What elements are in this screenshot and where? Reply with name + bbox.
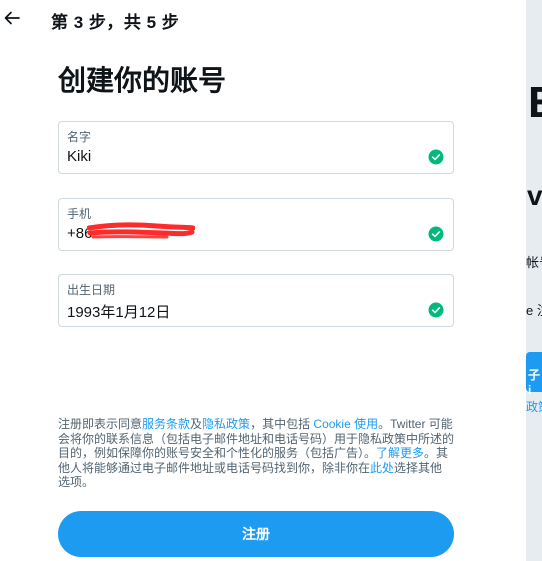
- check-circle-icon: [428, 226, 444, 242]
- page-title: 创建你的账号: [58, 65, 227, 96]
- terms-text-part: 及: [190, 417, 203, 431]
- background-text-1: 帐号: [526, 255, 542, 270]
- privacy-policy-link[interactable]: 隐私政策: [202, 417, 250, 431]
- step-indicator: 第 3 步，共 5 步: [51, 13, 180, 32]
- redaction-scribble: [87, 222, 195, 239]
- birthdate-field-value[interactable]: 1993年1月12日: [67, 301, 170, 322]
- check-circle-icon: [428, 149, 444, 165]
- background-page: E vi 帐号 e 注 子i 政策: [526, 0, 542, 561]
- learn-more-link[interactable]: 了解更多: [376, 446, 424, 460]
- back-button[interactable]: [0, 6, 24, 30]
- background-text-2: e 注: [526, 303, 542, 318]
- phone-field[interactable]: 手机 +86: [58, 198, 454, 251]
- signup-button[interactable]: 注册: [58, 511, 454, 557]
- terms-text-part: ，其中包括: [250, 417, 314, 431]
- cookie-use-link[interactable]: Cookie 使用: [313, 417, 378, 431]
- birthdate-field-label: 出生日期: [67, 283, 116, 297]
- arrow-left-icon: [4, 11, 20, 25]
- here-link[interactable]: 此处: [370, 461, 394, 475]
- name-field-label: 名字: [67, 130, 92, 144]
- background-heading: E: [528, 78, 542, 128]
- terms-text: 注册即表示同意服务条款及隐私政策，其中包括 Cookie 使用。Twitter …: [58, 417, 454, 490]
- terms-text-part: 注册即表示同意: [58, 417, 143, 431]
- background-link: 政策: [526, 400, 542, 414]
- background-button: 子i: [526, 352, 542, 397]
- name-field[interactable]: 名字 Kiki: [58, 121, 454, 174]
- name-field-value[interactable]: Kiki: [67, 148, 91, 165]
- check-circle-icon: [428, 302, 444, 318]
- phone-field-label: 手机: [67, 207, 92, 221]
- signup-modal: 第 3 步，共 5 步 创建你的账号 名字 Kiki 手机 +86 出生日期 1…: [0, 0, 526, 561]
- birthdate-field[interactable]: 出生日期 1993年1月12日: [58, 274, 454, 327]
- terms-of-service-link[interactable]: 服务条款: [142, 417, 190, 431]
- background-subheading: vi: [527, 180, 542, 211]
